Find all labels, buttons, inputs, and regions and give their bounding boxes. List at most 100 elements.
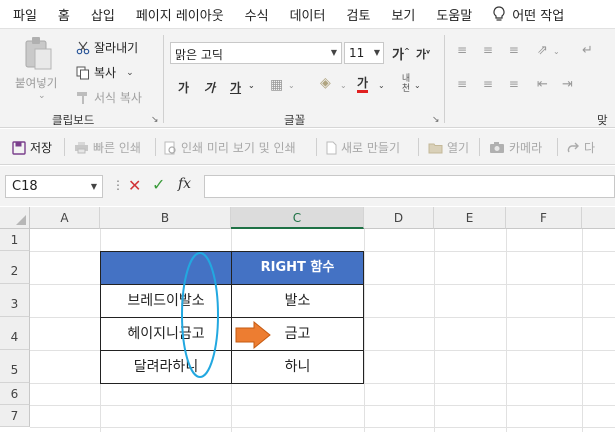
- align-top-icons[interactable]: ≡ ≡ ≡: [457, 43, 525, 57]
- clipboard-launcher-icon[interactable]: ↘: [151, 115, 159, 125]
- formula-bar: C18 ▼ ⋮ ✕ ✓ fx: [0, 166, 615, 206]
- copy-dropdown-icon[interactable]: ⌄: [126, 68, 134, 78]
- chevron-down-icon: ▼: [373, 48, 380, 57]
- new-document-icon: [326, 141, 337, 155]
- name-box-value: C18: [12, 179, 38, 194]
- folder-icon: [428, 142, 443, 154]
- orientation-dropdown-icon[interactable]: ⌄: [553, 47, 560, 56]
- quick-print-button[interactable]: 빠른 인쇄: [74, 139, 141, 156]
- qat-divider: [418, 138, 419, 156]
- italic-button[interactable]: 가: [204, 79, 215, 96]
- font-name-dropdown[interactable]: 맑은 고딕 ▼: [170, 42, 342, 64]
- menu-file[interactable]: 파일: [0, 5, 37, 24]
- font-size-value: 11: [349, 46, 365, 60]
- border-icon[interactable]: ▦: [270, 77, 283, 93]
- font-name-value: 맑은 고딕: [175, 48, 223, 62]
- format-painter-button[interactable]: 서식 복사: [75, 89, 142, 106]
- font-color-button[interactable]: 가: [357, 76, 369, 93]
- qat-divider: [316, 138, 317, 156]
- save-label: 저장: [30, 141, 53, 155]
- camera-icon: [489, 141, 505, 154]
- phonetic-dropdown-icon[interactable]: ⌄: [414, 81, 421, 90]
- print-preview-icon: [164, 141, 177, 155]
- enter-check-icon[interactable]: ✓: [152, 175, 165, 194]
- qat-divider: [557, 138, 558, 156]
- shrink-font-button[interactable]: 가v: [416, 46, 430, 62]
- copy-button[interactable]: 복사 ⌄: [75, 64, 134, 81]
- format-painter-label: 서식 복사: [94, 91, 142, 105]
- lightbulb-icon[interactable]: [492, 6, 506, 22]
- quick-print-label: 빠른 인쇄: [93, 141, 141, 155]
- grow-font-button[interactable]: 가^: [392, 44, 410, 63]
- fill-color-icon[interactable]: ◈: [320, 75, 331, 91]
- menu-review[interactable]: 검토: [333, 5, 370, 24]
- drag-handle-icon[interactable]: ⋮: [112, 178, 124, 192]
- menu-bar: 파일 홈 삽입 페이지 레이아웃 수식 데이터 검토 보기 도움말 어떤 작업: [0, 0, 615, 28]
- ribbon: 붙여넣기 ⌄ 잘라내기 복사 ⌄ 서식 복사 클립보드 ↘ 맑은 고딕 ▼ 11…: [0, 28, 615, 128]
- print-preview-button[interactable]: 인쇄 미리 보기 및 인쇄: [164, 139, 296, 156]
- name-box[interactable]: C18 ▼: [5, 175, 103, 198]
- fill-dropdown-icon[interactable]: ⌄: [340, 81, 347, 90]
- new-label: 새로 만들기: [341, 141, 401, 155]
- menu-data[interactable]: 데이터: [277, 5, 326, 24]
- cut-button[interactable]: 잘라내기: [75, 39, 138, 56]
- font-launcher-icon[interactable]: ↘: [432, 115, 440, 125]
- underline-button[interactable]: 가: [230, 79, 241, 96]
- alignment-group-label: 맞: [597, 113, 608, 127]
- font-color-dropdown-icon[interactable]: ⌄: [378, 81, 385, 90]
- new-button[interactable]: 새로 만들기: [326, 139, 400, 156]
- printer-icon: [74, 141, 89, 154]
- wrap-text-icon[interactable]: ↵: [582, 43, 593, 58]
- copy-icon: [75, 66, 91, 80]
- menu-view[interactable]: 보기: [378, 5, 415, 24]
- chevron-down-icon: ▼: [330, 48, 337, 57]
- indent-icon[interactable]: ⇤: [537, 77, 548, 92]
- menu-formulas[interactable]: 수식: [232, 5, 269, 24]
- outdent-icon[interactable]: ⇥: [562, 77, 573, 92]
- cancel-icon[interactable]: ✕: [128, 176, 141, 195]
- menu-home[interactable]: 홈: [45, 5, 70, 24]
- phonetic-button[interactable]: 내천: [398, 74, 414, 94]
- redo-button[interactable]: 다: [566, 139, 595, 156]
- print-preview-label: 인쇄 미리 보기 및 인쇄: [181, 141, 296, 155]
- insert-function-button[interactable]: fx: [178, 176, 191, 192]
- highlight-ellipse: [181, 252, 219, 378]
- camera-label: 카메라: [509, 141, 543, 155]
- clipboard-group-label: 클립보드: [52, 113, 95, 127]
- annotation-layer: [181, 252, 271, 378]
- bold-button[interactable]: 가: [178, 79, 189, 96]
- formula-input[interactable]: [204, 175, 615, 198]
- quick-access-toolbar: 저장 빠른 인쇄 인쇄 미리 보기 및 인쇄 새로 만들기 열기 카메라 다: [0, 129, 615, 165]
- redo-label: 다: [584, 141, 596, 155]
- paintbrush-icon: [75, 91, 91, 105]
- paste-dropdown-icon[interactable]: ⌄: [38, 91, 46, 101]
- open-label: 열기: [447, 141, 470, 155]
- chevron-down-icon: ▼: [90, 182, 97, 191]
- menu-page-layout[interactable]: 페이지 레이아웃: [123, 5, 224, 24]
- orientation-icon[interactable]: ⇗: [537, 43, 548, 58]
- align-left-icons[interactable]: ≡ ≡ ≡: [457, 77, 525, 91]
- font-group-label: 글꼴: [284, 113, 306, 127]
- qat-divider: [155, 138, 156, 156]
- save-icon: [12, 140, 26, 155]
- copy-label: 복사: [94, 66, 117, 80]
- clipboard-icon: [25, 37, 52, 70]
- menu-help[interactable]: 도움말: [423, 5, 472, 24]
- border-dropdown-icon[interactable]: ⌄: [288, 81, 295, 90]
- group-divider: [163, 35, 164, 123]
- save-button[interactable]: 저장: [12, 139, 52, 156]
- paste-label: 붙여넣기: [15, 76, 58, 90]
- group-divider: [444, 35, 445, 123]
- tell-me-search[interactable]: 어떤 작업: [510, 5, 564, 24]
- redo-icon: [566, 142, 580, 154]
- font-size-dropdown[interactable]: 11 ▼: [344, 42, 384, 64]
- underline-dropdown-icon[interactable]: ⌄: [248, 81, 255, 90]
- cut-label: 잘라내기: [94, 41, 139, 55]
- camera-button[interactable]: 카메라: [489, 139, 542, 156]
- worksheet-grid: A B C D E F 1 2 3 4 5 6 7 RIGHT 함수 브레드이발…: [0, 207, 615, 432]
- menu-insert[interactable]: 삽입: [78, 5, 115, 24]
- right-arrow-icon: [235, 320, 271, 350]
- scissors-icon: [75, 41, 91, 55]
- open-button[interactable]: 열기: [428, 139, 469, 156]
- qat-divider: [479, 138, 480, 156]
